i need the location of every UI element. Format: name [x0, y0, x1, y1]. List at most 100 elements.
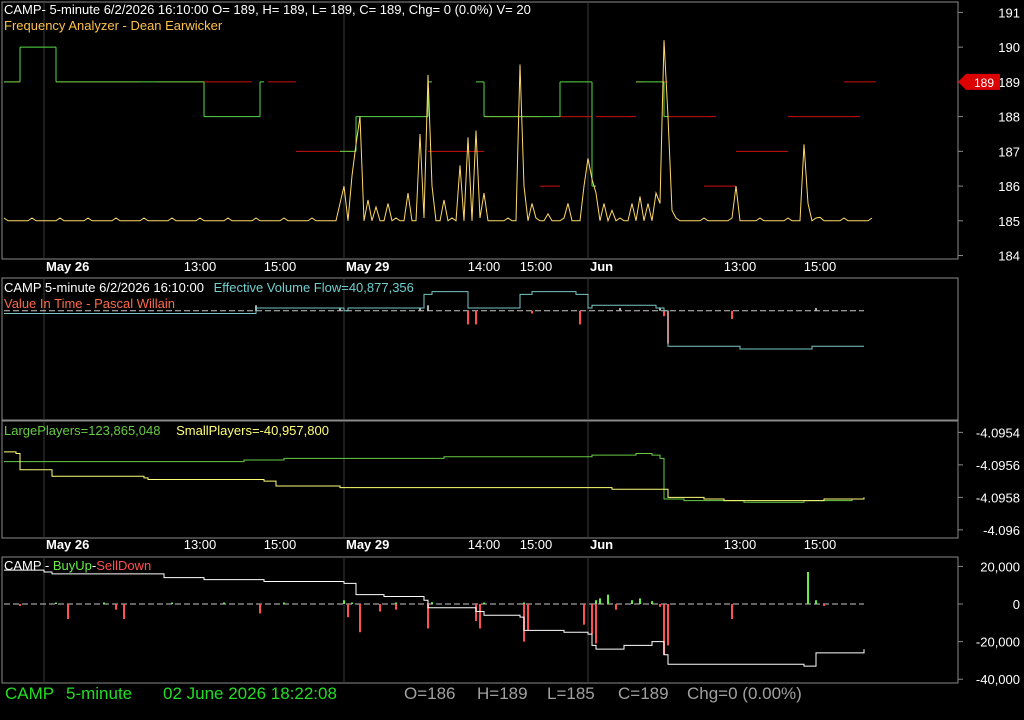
value-in-time-bar [427, 305, 429, 311]
y-tick-label: -4.0958 [976, 490, 1020, 505]
selldown-bar [67, 604, 69, 620]
buyup-bar [631, 600, 633, 605]
panel2-header: CAMP 5-minute 6/2/2026 16:10:00 Effectiv… [4, 280, 414, 295]
y-tick-label: 185 [998, 214, 1020, 229]
selldown-bar [479, 604, 481, 629]
selldown-bar [115, 604, 117, 610]
panel-3-frame [1, 420, 959, 539]
status-datetime: 02 June 2026 18:22:08 [163, 684, 337, 703]
y-tick-label: 186 [998, 179, 1020, 194]
x-tick-label: May 26 [46, 259, 89, 274]
value-in-time-bar [531, 310, 533, 314]
panel1-header: CAMP- 5-minute 6/2/2026 16:10:00 O= 189,… [4, 2, 531, 17]
buyup-bar [651, 601, 653, 605]
selldown-bar [583, 604, 585, 625]
close-price-line [3, 40, 873, 223]
status-change: Chg=0 (0.00%) [687, 684, 802, 703]
large-players-line [4, 453, 865, 503]
x-tick-label: 15:00 [804, 259, 837, 274]
buyup-bar [283, 602, 285, 605]
small-players-label: SmallPlayers=-40,957,800 [176, 423, 329, 438]
selldown-bar [379, 604, 381, 612]
selldown-bar [19, 604, 21, 606]
y-tick-label: 190 [998, 40, 1020, 55]
value-in-time-bar [663, 310, 665, 317]
y-tick-label: -4.096 [983, 523, 1020, 538]
selldown-bar [591, 604, 593, 635]
panel4-header: CAMP - BuyUp-SellDown [4, 558, 151, 573]
stock-chart: May 26 13:00 15:00 May 29 14:00 15:00 Jun 13:00… [1, 1, 1020, 687]
y-tick-label: 189 [998, 75, 1020, 90]
x-tick-label: Jun [590, 537, 613, 552]
x-tick-label: Jun [590, 259, 613, 274]
panel3-header: LargePlayers=123,865,048 SmallPlayers=-4… [4, 423, 329, 438]
selldown-bar [823, 604, 825, 606]
y-tick-label: 0 [1013, 597, 1020, 612]
value-in-time-bar [619, 308, 621, 311]
selldown-bar [475, 604, 477, 621]
x-tick-label: May 26 [46, 537, 89, 552]
selldown-bar [347, 604, 349, 618]
buyup-bar [523, 602, 525, 605]
y-tick-label: 188 [998, 110, 1020, 125]
value-in-time-bar [579, 310, 581, 325]
status-open: O=186 [404, 684, 456, 703]
buyup-bar [431, 602, 433, 605]
large-players-label: LargePlayers=123,865,048 [4, 423, 161, 438]
buyup-bar [815, 600, 817, 605]
price-marker-label: 189 [974, 76, 994, 90]
buyup-bar [395, 602, 397, 605]
selldown-bar [615, 604, 617, 610]
x-tick-label: May 29 [346, 259, 389, 274]
buyup-bar [55, 602, 57, 605]
selldown-bar [731, 604, 733, 620]
value-in-time-bar [731, 310, 733, 319]
buyup-bar [103, 602, 105, 605]
x-tick-label: 15:00 [804, 537, 837, 552]
selldown-bar [395, 604, 397, 610]
status-close: C=189 [618, 684, 669, 703]
selldown-bar [595, 604, 597, 644]
buyup-bar [599, 598, 601, 605]
buyup-label: BuyUp [52, 558, 92, 573]
selldown-bar [659, 604, 661, 607]
x-tick-label: 13:00 [184, 259, 217, 274]
selldown-bar [259, 604, 261, 614]
x-tick-label: 15:00 [520, 537, 553, 552]
value-in-time-bar [815, 308, 817, 311]
x-tick-label: 15:00 [264, 537, 297, 552]
y-tick-label: -20,000 [976, 635, 1020, 650]
selldown-bar [123, 604, 125, 620]
x-tick-label: 13:00 [184, 537, 217, 552]
panel4-title-prefix: CAMP - [4, 558, 53, 573]
y-tick-label: 20,000 [980, 559, 1020, 574]
buyup-bar [595, 600, 597, 605]
y-tick-label: -4.0956 [976, 458, 1020, 473]
y-tick-label: 191 [998, 5, 1020, 20]
buyup-bar [807, 572, 809, 605]
selldown-label: SellDown [96, 558, 152, 573]
x-tick-label: 13:00 [724, 259, 757, 274]
x-tick-label: May 29 [346, 537, 389, 552]
buyup-bar [351, 602, 353, 605]
panel1-indicator-title: Frequency Analyzer - Dean Earwicker [4, 18, 223, 33]
buyup-bar [639, 598, 641, 605]
panel-1-frame [1, 1, 959, 260]
status-interval: 5-minute [66, 684, 133, 703]
y-tick-label: -4.0954 [976, 425, 1020, 440]
x-tick-label: 13:00 [724, 537, 757, 552]
buyup-bar [343, 600, 345, 605]
y-tick-label: -40,000 [976, 672, 1020, 687]
small-players-line [4, 451, 865, 502]
buyup-bar [607, 594, 609, 605]
status-symbol: CAMP [5, 684, 55, 703]
buyup-bar [171, 602, 173, 605]
status-low: L=185 [547, 684, 595, 703]
buyup-bar [223, 602, 225, 605]
x-tick-label: 15:00 [520, 259, 553, 274]
buyup-bar [483, 602, 485, 605]
x-tick-label: 14:00 [468, 537, 501, 552]
value-in-time-bar [475, 310, 477, 325]
buyup-selldown-cumulative-line [4, 569, 865, 667]
y-tick-label: 184 [998, 249, 1020, 264]
